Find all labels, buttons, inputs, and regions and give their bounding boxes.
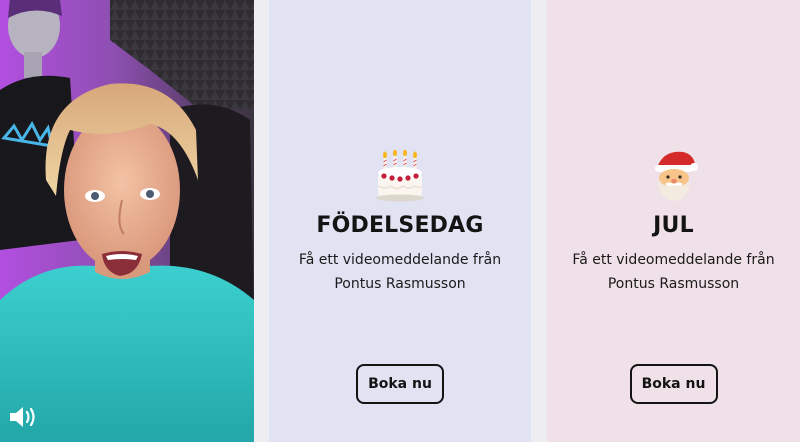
card-description: Få ett videomeddelande från Pontus Rasmu… [572, 252, 775, 292]
christmas-card[interactable]: JUL Få ett videomeddelande från Pontus R… [547, 0, 800, 442]
card-description: Få ett videomeddelande från Pontus Rasmu… [298, 252, 502, 292]
santa-claus-icon [644, 148, 704, 204]
card-title: JUL [653, 213, 694, 238]
sound-toggle-button[interactable] [8, 404, 38, 430]
birthday-card[interactable]: FÖDELSEDAG Få ett videomeddelande från P… [269, 0, 531, 442]
video-preview[interactable] [0, 0, 254, 442]
book-now-button[interactable]: Boka nu [356, 364, 444, 404]
birthday-cake-icon [370, 148, 430, 204]
book-now-button[interactable]: Boka nu [629, 364, 718, 404]
speaker-volume-icon [10, 407, 35, 427]
video-frame [0, 0, 254, 442]
card-title: FÖDELSEDAG [316, 213, 484, 238]
